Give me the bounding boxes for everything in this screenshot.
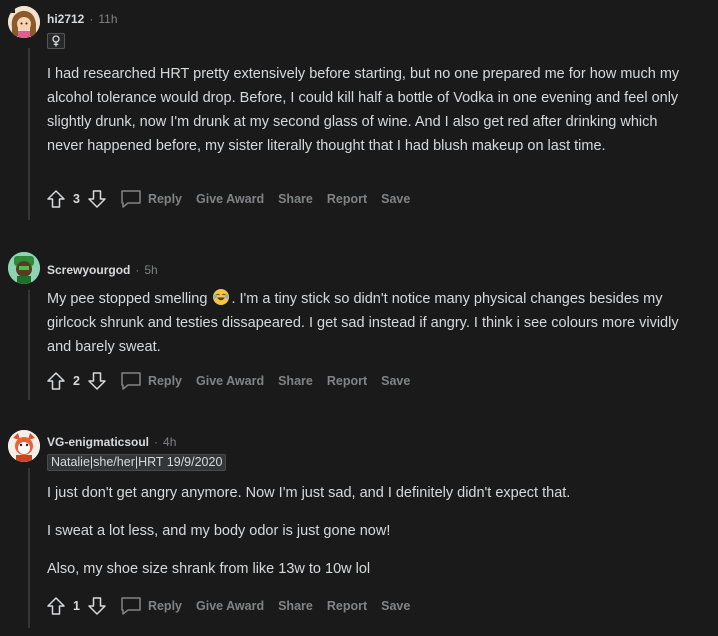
comment-meta: hi2712 · 11h — [47, 12, 118, 26]
speech-bubble-icon — [121, 597, 141, 615]
avatar-image — [8, 6, 40, 38]
downvote-button[interactable] — [86, 370, 108, 392]
report-button[interactable]: Report — [327, 374, 367, 388]
save-button[interactable]: Save — [381, 374, 410, 388]
upvote-arrow-icon — [47, 597, 65, 615]
reply-button[interactable]: Reply — [120, 189, 182, 209]
comment-actions: 3 Reply Give Award Share Report Save — [45, 188, 410, 210]
separator-dot: · — [135, 263, 140, 277]
user-flair: Natalie|she/her|HRT 19/9/2020 — [47, 454, 227, 471]
timestamp[interactable]: 5h — [144, 263, 157, 277]
timestamp[interactable]: 11h — [98, 12, 117, 26]
comment-paragraph: I had researched HRT pretty extensively … — [47, 66, 680, 154]
give-award-button[interactable]: Give Award — [196, 374, 264, 388]
comment-paragraph: My pee stopped smelling . I'm a tiny sti… — [47, 287, 697, 359]
comment-body: My pee stopped smelling . I'm a tiny sti… — [47, 287, 697, 359]
vote-score: 3 — [73, 192, 80, 206]
avatar[interactable] — [8, 430, 40, 462]
separator-dot: · — [154, 435, 159, 449]
vote-score: 1 — [73, 599, 80, 613]
downvote-arrow-icon — [88, 372, 106, 390]
downvote-button[interactable] — [86, 188, 108, 210]
downvote-button[interactable] — [86, 595, 108, 617]
downvote-arrow-icon — [88, 190, 106, 208]
report-button[interactable]: Report — [327, 599, 367, 613]
comment-actions: 1 Reply Give Award Share Report Save — [45, 595, 410, 617]
separator-dot: · — [89, 12, 94, 26]
upvote-arrow-icon — [47, 190, 65, 208]
share-button[interactable]: Share — [278, 599, 313, 613]
comment: hi2712 · 11h I had researched HRT pretty… — [0, 0, 718, 225]
female-symbol-icon — [52, 35, 60, 47]
author-name[interactable]: VG-enigmaticsoul — [47, 435, 149, 449]
give-award-button[interactable]: Give Award — [196, 192, 264, 206]
thread-line[interactable] — [28, 290, 30, 400]
share-button[interactable]: Share — [278, 374, 313, 388]
speech-bubble-icon — [121, 372, 141, 390]
upvote-button[interactable] — [45, 188, 67, 210]
user-flair — [47, 33, 65, 49]
comment-actions: 2 Reply Give Award Share Report Save — [45, 370, 410, 392]
comment-body: I just don't get angry anymore. Now I'm … — [47, 481, 697, 581]
laughing-crying-emoji-icon — [213, 289, 230, 305]
reply-button[interactable]: Reply — [120, 371, 182, 391]
author-name[interactable]: hi2712 — [47, 12, 84, 26]
comment-paragraph: I sweat a lot less, and my body odor is … — [47, 523, 391, 539]
share-button[interactable]: Share — [278, 192, 313, 206]
avatar[interactable] — [8, 6, 40, 38]
reply-button[interactable]: Reply — [120, 596, 182, 616]
timestamp[interactable]: 4h — [163, 435, 176, 449]
avatar-image — [8, 252, 40, 284]
comment-body: I had researched HRT pretty extensively … — [47, 62, 697, 158]
reply-label: Reply — [147, 374, 182, 388]
comment-paragraph: I just don't get angry anymore. Now I'm … — [47, 485, 571, 501]
upvote-button[interactable] — [45, 595, 67, 617]
reply-label: Reply — [147, 192, 182, 206]
avatar[interactable] — [8, 252, 40, 284]
comment-paragraph: Also, my shoe size shrank from like 13w … — [47, 561, 371, 577]
report-button[interactable]: Report — [327, 192, 367, 206]
avatar-image — [8, 430, 40, 462]
save-button[interactable]: Save — [381, 192, 410, 206]
downvote-arrow-icon — [88, 597, 106, 615]
speech-bubble-icon — [121, 190, 141, 208]
give-award-button[interactable]: Give Award — [196, 599, 264, 613]
upvote-arrow-icon — [47, 372, 65, 390]
upvote-button[interactable] — [45, 370, 67, 392]
thread-line[interactable] — [28, 468, 30, 628]
author-name[interactable]: Screwyourgod — [47, 263, 130, 277]
reply-label: Reply — [147, 599, 182, 613]
comment-meta: Screwyourgod · 5h — [47, 263, 158, 277]
vote-score: 2 — [73, 374, 80, 388]
save-button[interactable]: Save — [381, 599, 410, 613]
comment-text: My pee stopped smelling — [47, 291, 208, 307]
comment-meta: VG-enigmaticsoul · 4h — [47, 435, 176, 449]
